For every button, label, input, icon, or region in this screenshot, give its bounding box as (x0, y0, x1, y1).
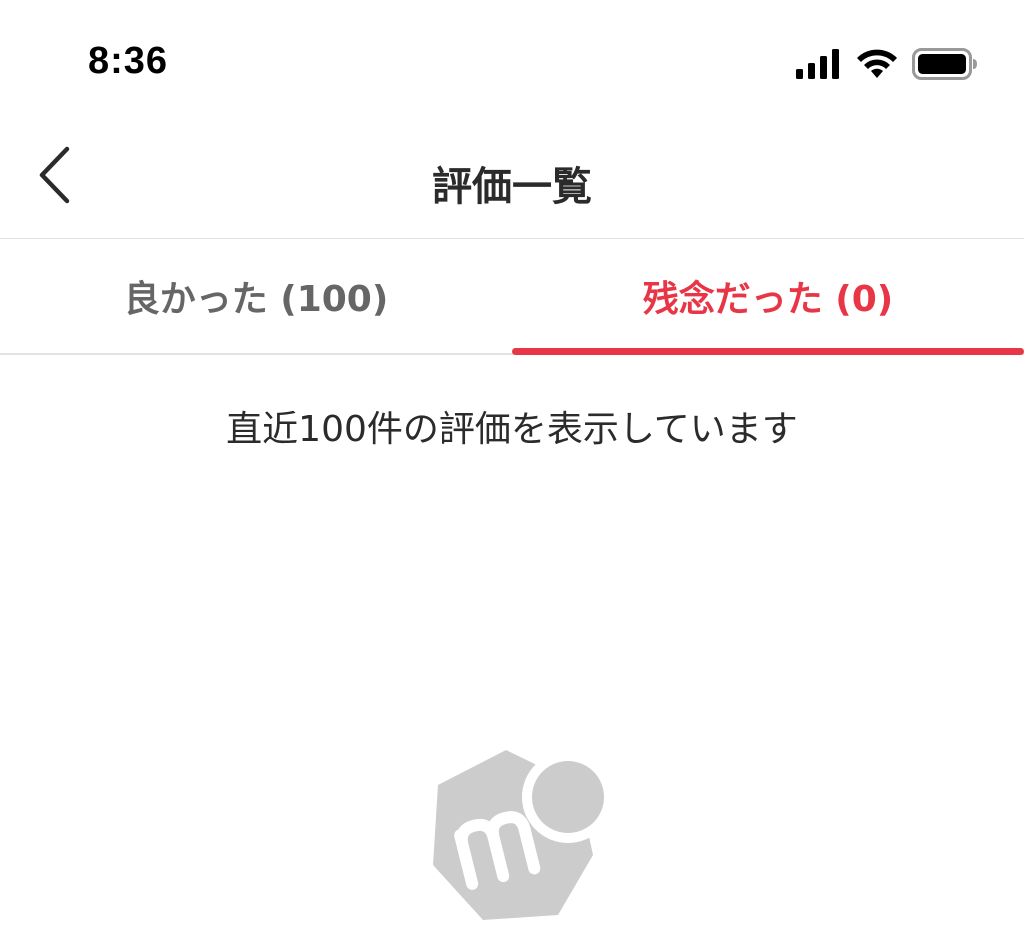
status-bar: 8:36 (0, 0, 1024, 120)
tab-bad-label: 残念だった (0) (642, 279, 894, 320)
page-title: 評価一覧 (432, 164, 592, 210)
tab-bad-ratings[interactable]: 残念だった (0) (512, 239, 1024, 353)
status-icons (796, 46, 978, 86)
rating-tabs: 良かった (100) 残念だった (0) (0, 239, 1024, 355)
tab-good-label: 良かった (100) (123, 279, 389, 320)
mercari-logo-icon (428, 745, 614, 925)
active-tab-indicator (512, 348, 1024, 355)
tab-good-ratings[interactable]: 良かった (100) (0, 239, 512, 353)
battery-icon (912, 48, 978, 84)
wifi-icon (856, 48, 898, 84)
status-time: 8:36 (88, 40, 169, 82)
ratings-notice: 直近100件の評価を表示しています (226, 409, 798, 450)
navigation-bar: 評価一覧 (0, 120, 1024, 239)
signal-icon (796, 49, 842, 83)
